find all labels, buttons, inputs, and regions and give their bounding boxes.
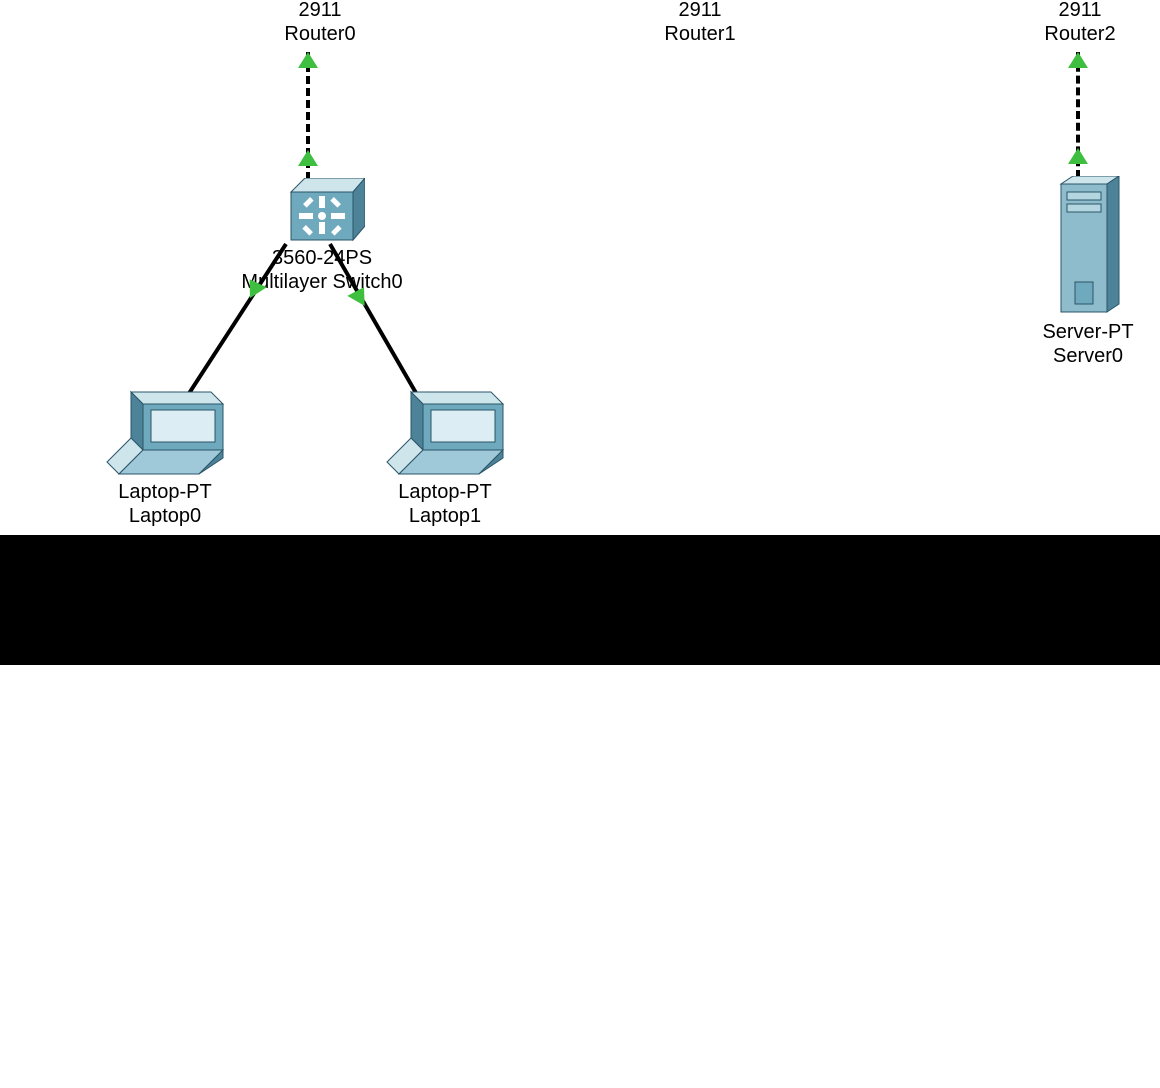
device-router0[interactable]: 2911 Router0 (260, 0, 380, 46)
device-laptop1[interactable]: Laptop-PT Laptop1 (360, 388, 530, 528)
device-laptop0[interactable]: Laptop-PT Laptop0 (80, 388, 250, 528)
terminal-output: Router(config)#ip dhcp excluded-address … (6, 599, 1154, 1056)
switch0-model: 3560-24PS (232, 246, 412, 270)
decorative-corner (0, 0, 200, 80)
terminal-line: Router(dhcp-config)#network 192.168.1.0 … (6, 863, 1154, 895)
terminal-line: Router(config)#ip dhcp excluded-address … (6, 670, 1154, 702)
device-router2[interactable]: 2911 Router2 (1020, 0, 1140, 46)
router0-name: Router0 (260, 22, 380, 46)
terminal-line: Router(config)#ip dhcp pool LAN (6, 766, 1154, 798)
terminal-line: Router(dhcp-config)#default-router 192.1… (6, 959, 1154, 991)
network-topology-canvas[interactable]: 2911 Router0 2911 Router1 2911 Router2 (0, 0, 1160, 535)
router1-model: 2911 (640, 0, 760, 22)
server-icon (1053, 176, 1123, 316)
multilayer-switch-icon (279, 178, 365, 242)
device-router1[interactable]: 2911 Router1 (640, 0, 760, 46)
laptop-icon (105, 388, 225, 478)
link-status-icon (298, 52, 318, 68)
router1-name: Router1 (640, 22, 760, 46)
router0-model: 2911 (260, 0, 380, 22)
laptop1-name: Laptop1 (360, 504, 530, 528)
router2-model: 2911 (1020, 0, 1140, 22)
cli-terminal[interactable]: Router(config)#ip dhcp excluded-address … (0, 535, 1160, 665)
laptop0-type: Laptop-PT (80, 480, 250, 504)
link-status-icon (1068, 52, 1088, 68)
link-status-icon (298, 150, 318, 166)
laptop-icon (385, 388, 505, 478)
link-status-icon (1068, 148, 1088, 164)
laptop1-type: Laptop-PT (360, 480, 530, 504)
laptop0-name: Laptop0 (80, 504, 250, 528)
device-server0[interactable]: Server-PT Server0 (1018, 176, 1158, 368)
router2-name: Router2 (1020, 22, 1140, 46)
server0-type: Server-PT (1018, 320, 1158, 344)
server0-name: Server0 (1018, 344, 1158, 368)
